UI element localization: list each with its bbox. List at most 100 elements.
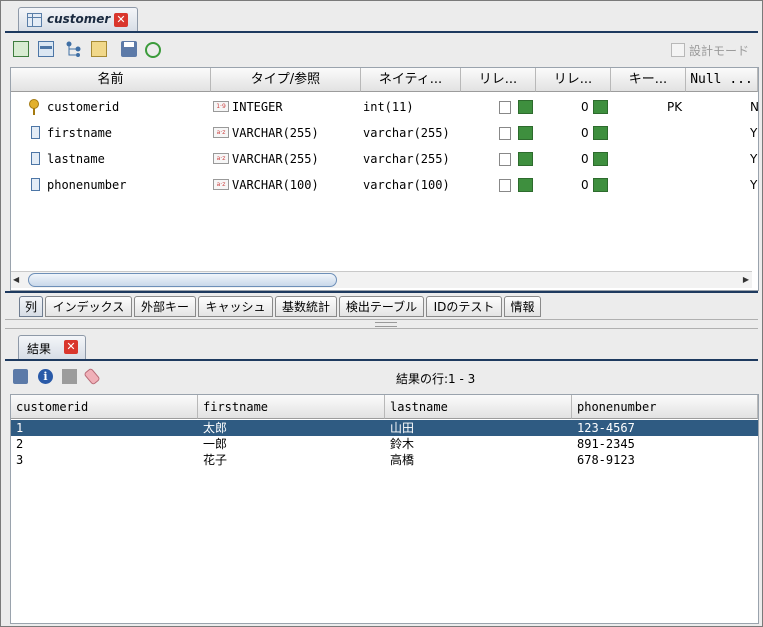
null-value: Y (750, 178, 758, 192)
string-type-icon: a·z (213, 153, 229, 164)
result-cell: 891-2345 (577, 437, 635, 451)
string-type-icon: a·z (213, 127, 229, 138)
results-tab-rule (5, 359, 758, 361)
column-name: lastname (47, 152, 105, 166)
result-header-firstname[interactable]: firstname (198, 395, 385, 419)
relation-count: 0 (581, 126, 589, 140)
col-header-relation[interactable]: リレ... (461, 68, 536, 92)
table-row[interactable]: phonenumber a·z VARCHAR(100) varchar(100… (11, 172, 758, 198)
go-icon[interactable] (518, 178, 533, 192)
go-icon[interactable] (518, 100, 533, 114)
column-native-type: varchar(100) (363, 178, 450, 192)
column-icon (31, 178, 40, 191)
result-header-phonenumber[interactable]: phonenumber (572, 395, 758, 419)
tab-cache[interactable]: キャッシュ (198, 296, 273, 317)
result-header-customerid[interactable]: customerid (11, 395, 198, 419)
grid-icon[interactable] (38, 41, 54, 57)
column-name: phonenumber (47, 178, 127, 192)
result-cell: 山田 (390, 421, 415, 435)
result-cell: 太郎 (203, 421, 228, 435)
splitter[interactable] (5, 319, 758, 329)
result-cell: 一郎 (203, 437, 228, 451)
relation-tree-icon[interactable] (66, 41, 82, 57)
null-value: Y (750, 126, 758, 140)
result-cell: 花子 (203, 453, 228, 467)
tab-columns[interactable]: 列 (19, 296, 43, 317)
results-tab-label: 結果 (27, 342, 52, 356)
column-type: INTEGER (232, 100, 283, 114)
tab-id-test[interactable]: IDのテスト (426, 296, 502, 317)
horizontal-scrollbar[interactable]: ◀ ▶ (11, 271, 752, 288)
table-row[interactable]: customerid 1·9 INTEGER int(11) 0 PK N (11, 94, 758, 120)
scroll-right-icon[interactable]: ▶ (743, 275, 749, 284)
result-header-lastname[interactable]: lastname (385, 395, 572, 419)
copy-icon[interactable] (499, 179, 511, 192)
column-name: firstname (47, 126, 113, 140)
columns-table: 名前 タイプ/参照 ネイティ... リレ... リレ... キー... Null… (10, 67, 759, 291)
col-header-name[interactable]: 名前 (11, 68, 211, 92)
design-mode-checkbox[interactable] (671, 43, 685, 57)
scroll-left-icon[interactable]: ◀ (13, 275, 19, 284)
table-icon (27, 13, 42, 27)
editor-tab-label: customer (47, 12, 111, 26)
result-row[interactable]: 2 一郎 鈴木 891-2345 (11, 436, 758, 452)
properties-icon[interactable] (91, 41, 107, 57)
table-row[interactable]: lastname a·z VARCHAR(255) varchar(255) 0… (11, 146, 758, 172)
panel-rule (5, 291, 758, 293)
result-cell: 2 (16, 437, 24, 451)
table-row[interactable]: firstname a·z VARCHAR(255) varchar(255) … (11, 120, 758, 146)
tab-indexes[interactable]: インデックス (45, 296, 132, 317)
null-value: Y (750, 152, 758, 166)
add-column-icon[interactable] (13, 41, 29, 57)
copy-icon[interactable] (499, 127, 511, 140)
results-row-count: 結果の行:1 - 3 (396, 372, 476, 386)
result-cell: 1 (16, 421, 24, 435)
col-header-type[interactable]: タイプ/参照 (211, 68, 361, 92)
scrollbar-thumb[interactable] (28, 273, 337, 287)
result-cell: 鈴木 (390, 437, 415, 451)
column-native-type: varchar(255) (363, 152, 450, 166)
results-tab[interactable]: 結果 ✕ (18, 335, 86, 359)
export-icon[interactable] (62, 369, 77, 384)
tab-cardinality[interactable]: 基数統計 (275, 296, 337, 317)
column-name: customerid (47, 100, 120, 114)
tab-foreign-keys[interactable]: 外部キー (134, 296, 196, 317)
tab-info[interactable]: 情報 (504, 296, 541, 317)
editor-tab-customer[interactable]: customer ✕ (18, 7, 138, 32)
eraser-icon[interactable] (83, 367, 101, 386)
go-icon[interactable] (518, 152, 533, 166)
key-icon (29, 99, 39, 115)
refresh-icon[interactable] (145, 42, 161, 58)
copy-icon[interactable] (499, 101, 511, 114)
info-icon[interactable]: i (38, 369, 53, 384)
save-icon[interactable] (121, 41, 137, 57)
column-native-type: int(11) (363, 100, 414, 114)
result-cell: 123-4567 (577, 421, 635, 435)
result-cell: 3 (16, 453, 24, 467)
column-icon (31, 152, 40, 165)
go-icon[interactable] (593, 100, 608, 114)
column-native-type: varchar(255) (363, 126, 450, 140)
copy-icon[interactable] (499, 153, 511, 166)
window: customer ✕ 設計モード 名前 タイプ/参照 ネイティ... リレ...… (0, 0, 763, 627)
col-header-relation-count[interactable]: リレ... (536, 68, 611, 92)
close-icon[interactable]: ✕ (114, 13, 128, 27)
col-header-native[interactable]: ネイティ... (361, 68, 461, 92)
number-type-icon: 1·9 (213, 101, 229, 112)
tab-detected-tables[interactable]: 検出テーブル (339, 296, 424, 317)
go-icon[interactable] (518, 126, 533, 140)
go-icon[interactable] (593, 178, 608, 192)
column-type: VARCHAR(100) (232, 178, 319, 192)
col-header-key[interactable]: キー... (611, 68, 686, 92)
key-value: PK (667, 100, 683, 114)
splitter-grip-icon[interactable] (375, 322, 397, 327)
col-header-null[interactable]: Null ... (686, 68, 758, 92)
result-row[interactable]: 1 太郎 山田 123-4567 (11, 420, 758, 436)
result-row[interactable]: 3 花子 高橋 678-9123 (11, 452, 758, 468)
save-icon[interactable] (13, 369, 28, 384)
go-icon[interactable] (593, 126, 608, 140)
close-icon[interactable]: ✕ (64, 340, 78, 354)
string-type-icon: a·z (213, 179, 229, 190)
relation-count: 0 (581, 178, 589, 192)
go-icon[interactable] (593, 152, 608, 166)
